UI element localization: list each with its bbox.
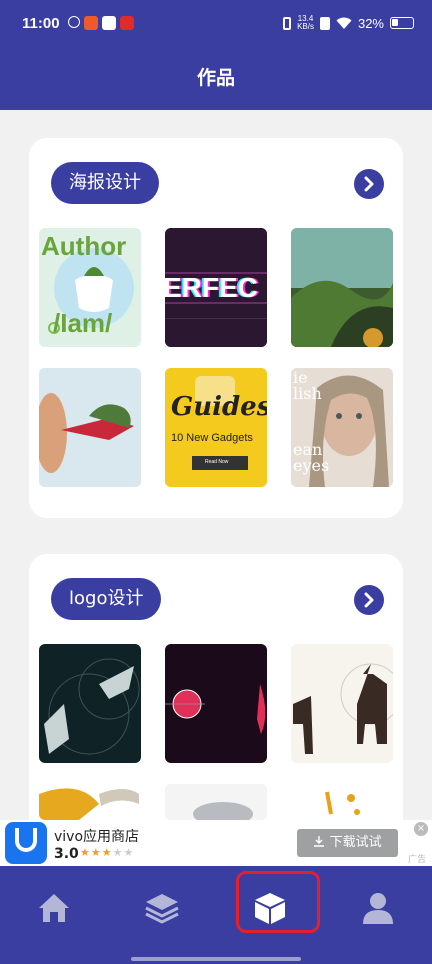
page-title: 作品	[196, 67, 235, 89]
mail-icon	[102, 16, 116, 30]
poster-author-sub: /Iam/	[53, 308, 113, 338]
wolf-logo-art	[44, 658, 140, 755]
battery-icon	[390, 17, 414, 29]
bottom-navigation	[0, 866, 432, 964]
logo-partial-art	[325, 791, 360, 815]
net-speed-unit: KB/s	[297, 22, 314, 31]
user-icon	[363, 893, 393, 924]
vivo-app-store-icon	[5, 822, 47, 864]
app-bar: 作品	[0, 52, 432, 110]
star-rating-icon: ★★★★★	[80, 846, 135, 859]
poster-gadgets-button: Read Now	[205, 459, 229, 465]
poster-thumbnail[interactable]	[39, 368, 141, 487]
home-icon	[39, 894, 69, 922]
layers-icon	[145, 894, 179, 924]
ad-tag: 广告	[407, 855, 426, 865]
nav-home[interactable]	[29, 884, 79, 934]
ad-close-button[interactable]: ×	[414, 822, 428, 836]
logo-thumbnail[interactable]	[39, 644, 141, 763]
more-logos-button[interactable]	[354, 585, 384, 615]
poster-thumbnail[interactable]: Guides 10 New Gadgets Read Now	[165, 368, 267, 487]
logo-thumbnail[interactable]	[291, 784, 393, 820]
ad-download-button[interactable]: 下载试试	[297, 829, 398, 857]
ad-rating: 3.0	[54, 846, 79, 862]
section-label-poster[interactable]: 海报设计	[51, 162, 159, 204]
poster-author-title: Author	[41, 231, 127, 261]
logo-thumbnail[interactable]	[39, 784, 141, 820]
poster-thumbnail[interactable]: Author /Iam/	[39, 228, 141, 347]
poster-thumbnail[interactable]	[291, 228, 393, 347]
chevron-right-icon	[364, 592, 374, 608]
logo-thumbnail[interactable]	[291, 644, 393, 763]
logo-thumbnail[interactable]	[165, 644, 267, 763]
logo-thumbnail[interactable]	[165, 784, 267, 820]
poster-landscape-art	[291, 228, 393, 347]
poster-portrait-text4: eyes	[293, 456, 330, 475]
wifi-icon	[336, 17, 352, 29]
poster-gadgets-title: Guides	[171, 392, 267, 422]
poster-bottle-art	[39, 368, 141, 487]
ad-download-label: 下载试试	[329, 835, 382, 850]
status-bar: 11:00 13.4 KB/s 32%	[0, 0, 432, 52]
nav-layers[interactable]	[137, 884, 187, 934]
poster-thumbnail[interactable]: ie lish ean eyes	[291, 368, 393, 487]
poster-design-card: 海报设计 Author /Iam/ ERFEC Guides 10 New Ga…	[29, 138, 403, 518]
nav-profile[interactable]	[353, 884, 403, 934]
app-notification-icon	[120, 16, 134, 30]
app-notification-icon	[68, 16, 80, 28]
logo-partial-art	[39, 788, 139, 820]
download-icon	[314, 836, 325, 847]
app-notification-icon	[84, 16, 98, 30]
ad-banner[interactable]: vivo应用商店 3.0 ★★★★★ 下载试试 × 广告	[0, 820, 432, 866]
logo-partial-art	[193, 802, 253, 820]
sim-icon	[319, 16, 330, 30]
poster-thumbnail[interactable]: ERFEC	[165, 228, 267, 347]
status-time: 11:00	[22, 15, 60, 32]
deer-logo-art	[293, 663, 393, 754]
poster-glitch-title: ERFEC	[165, 272, 258, 303]
flamingo-logo-art	[165, 684, 266, 734]
vibrate-icon	[283, 16, 292, 30]
more-posters-button[interactable]	[354, 169, 384, 199]
poster-gadgets-art	[165, 368, 267, 487]
gesture-bar[interactable]	[131, 957, 301, 961]
net-speed: 13.4 KB/s	[297, 15, 314, 31]
selected-tab-highlight	[236, 871, 320, 933]
poster-portrait-text2: lish	[293, 384, 322, 403]
notification-icons	[68, 16, 134, 30]
section-label-logo[interactable]: logo设计	[51, 578, 162, 620]
chevron-right-icon	[364, 176, 374, 192]
poster-gadgets-sub: 10 New Gadgets	[171, 432, 253, 444]
battery-percent: 32%	[357, 15, 384, 31]
ad-app-name: vivo应用商店	[54, 829, 140, 845]
